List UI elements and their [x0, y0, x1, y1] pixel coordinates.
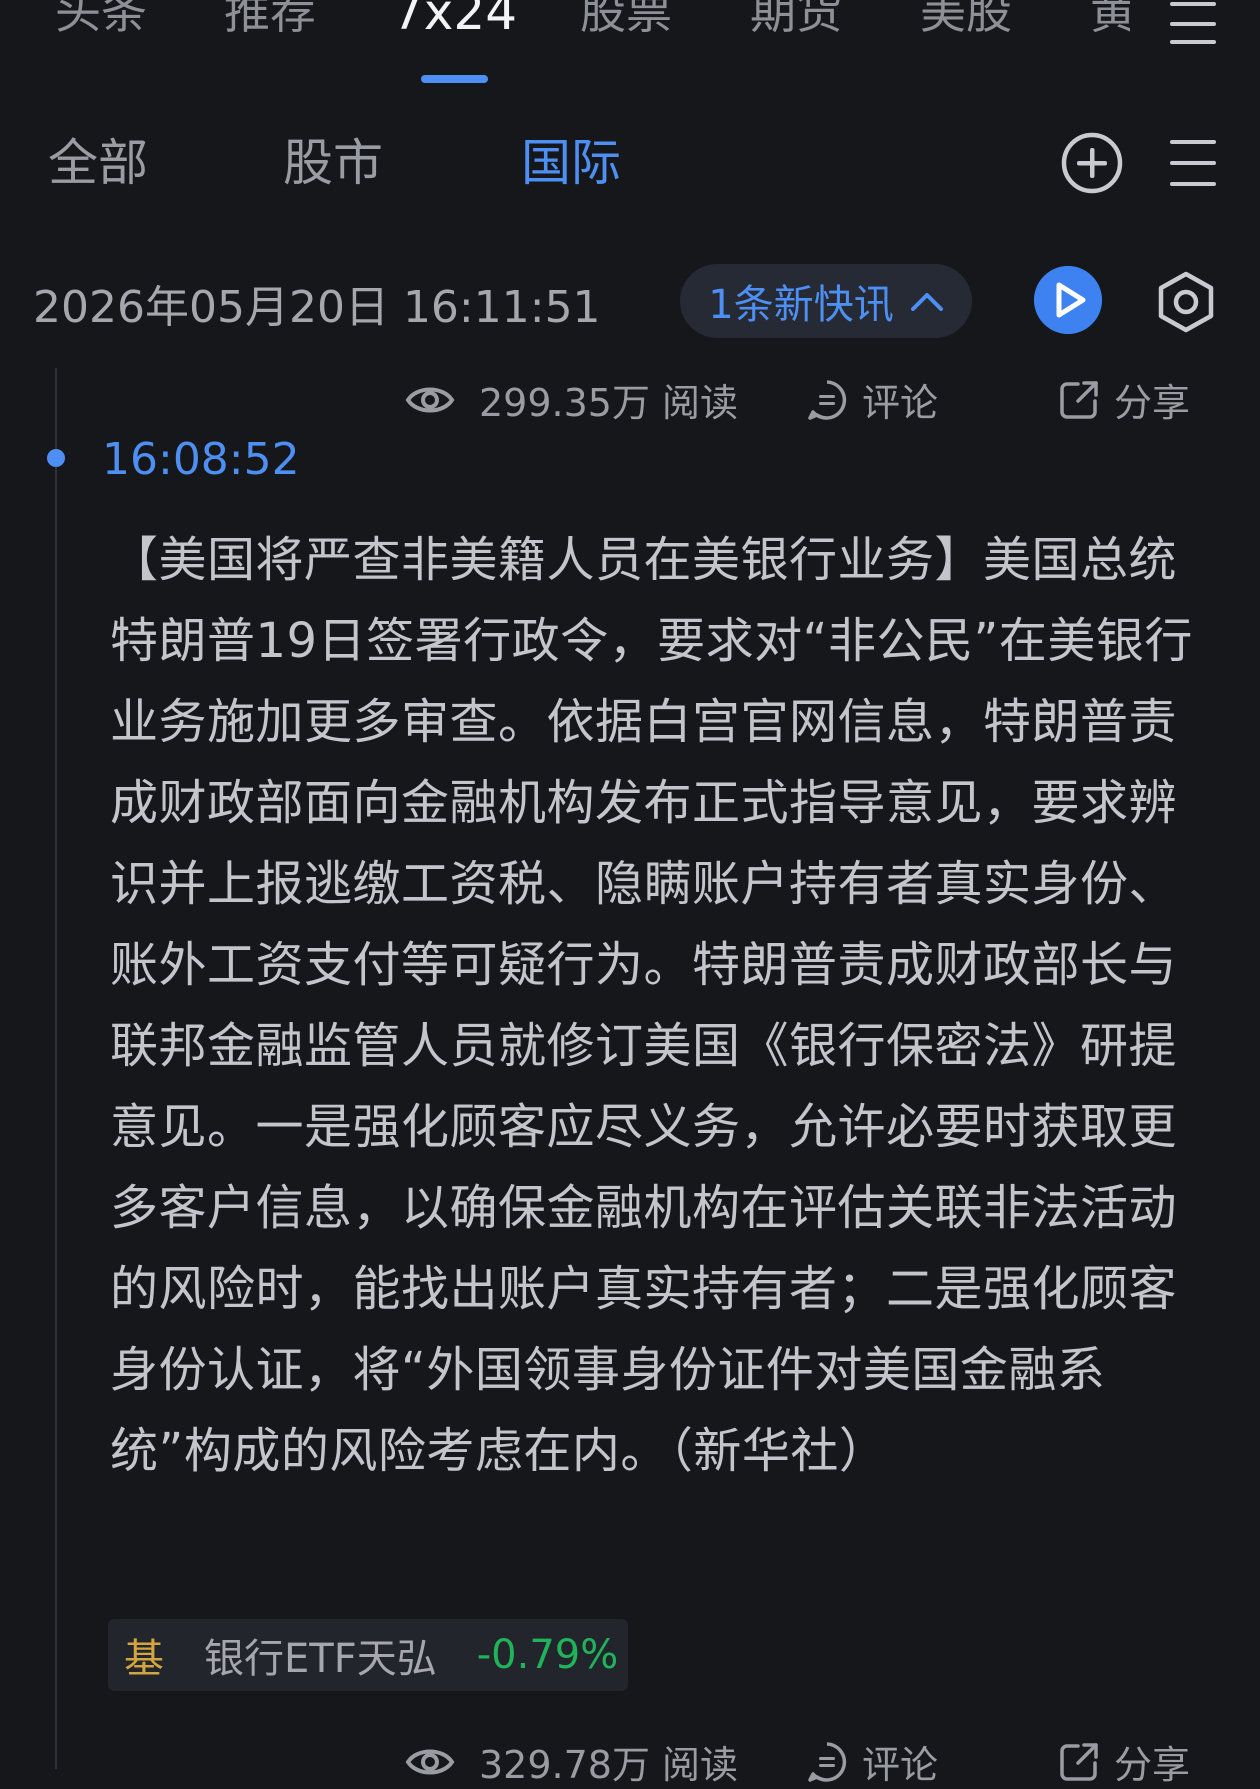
comment-icon: [808, 1741, 847, 1782]
channel-tab-recommend[interactable]: 推荐: [224, 0, 316, 42]
play-audio-button[interactable]: [1034, 266, 1102, 334]
share-icon: [1060, 380, 1098, 419]
category-menu-icon[interactable]: [1170, 140, 1216, 186]
sub-tab-all[interactable]: 全部: [48, 133, 148, 193]
channel-tab-gold[interactable]: 黄: [1090, 0, 1130, 42]
sub-tab-stock-market[interactable]: 股市: [283, 133, 383, 193]
timeline-line: [55, 368, 57, 1769]
date-header: 2026年05月20日 16:11:51: [33, 282, 601, 333]
new-alert-button[interactable]: 1条新快讯: [680, 264, 972, 338]
channel-menu-icon[interactable]: [1170, 2, 1216, 46]
channel-tab-us-stocks[interactable]: 美股: [920, 0, 1012, 42]
related-fund-tag[interactable]: 基 银行ETF天弘 -0.79%: [108, 1619, 628, 1691]
channel-tab-7x24[interactable]: 7x24: [392, 0, 517, 42]
comment-label: 评论: [862, 381, 939, 425]
share-label: 分享: [1114, 381, 1191, 425]
read-count-text: 299.35万 阅读: [479, 381, 739, 425]
settings-gear-icon[interactable]: [1156, 270, 1216, 334]
share-button[interactable]: 分享: [1058, 372, 1190, 427]
new-alert-label: 1条新快讯: [708, 282, 894, 328]
next-read-count-text: 329.78万 阅读: [479, 1743, 739, 1787]
next-share-label: 分享: [1114, 1743, 1191, 1787]
eye-icon: [405, 387, 455, 412]
sub-tab-international[interactable]: 国际: [521, 133, 621, 193]
chevron-up-icon: [910, 293, 943, 311]
channel-tab-stocks[interactable]: 股票: [580, 0, 672, 42]
eye-icon: [405, 1749, 455, 1774]
channel-tab-headlines[interactable]: 头条: [55, 0, 147, 42]
comment-icon: [808, 379, 847, 420]
next-comment-button[interactable]: 评论: [806, 1734, 938, 1789]
fund-change: -0.79%: [476, 1632, 619, 1678]
fund-badge: 基: [124, 1636, 164, 1682]
fund-name: 银行ETF天弘: [204, 1636, 437, 1682]
next-read-count: 329.78万 阅读: [405, 1734, 738, 1789]
next-comment-label: 评论: [862, 1743, 939, 1787]
news-time: 16:08:52: [102, 434, 300, 485]
active-tab-indicator: [421, 75, 488, 83]
channel-tab-futures[interactable]: 期货: [750, 0, 842, 42]
channel-tab-bar: 头条 推荐 7x24 股票 期货 美股 黄: [0, 0, 1260, 90]
read-count: 299.35万 阅读: [405, 372, 738, 427]
news-content[interactable]: 【美国将严查非美籍人员在美银行业务】美国总统特朗普19日签署行政令，要求对“非公…: [110, 520, 1212, 1492]
comment-button[interactable]: 评论: [806, 372, 938, 427]
share-icon: [1060, 1742, 1098, 1781]
next-share-button[interactable]: 分享: [1058, 1734, 1190, 1789]
timeline-dot: [47, 449, 65, 467]
add-category-plus-icon[interactable]: [1060, 131, 1124, 195]
